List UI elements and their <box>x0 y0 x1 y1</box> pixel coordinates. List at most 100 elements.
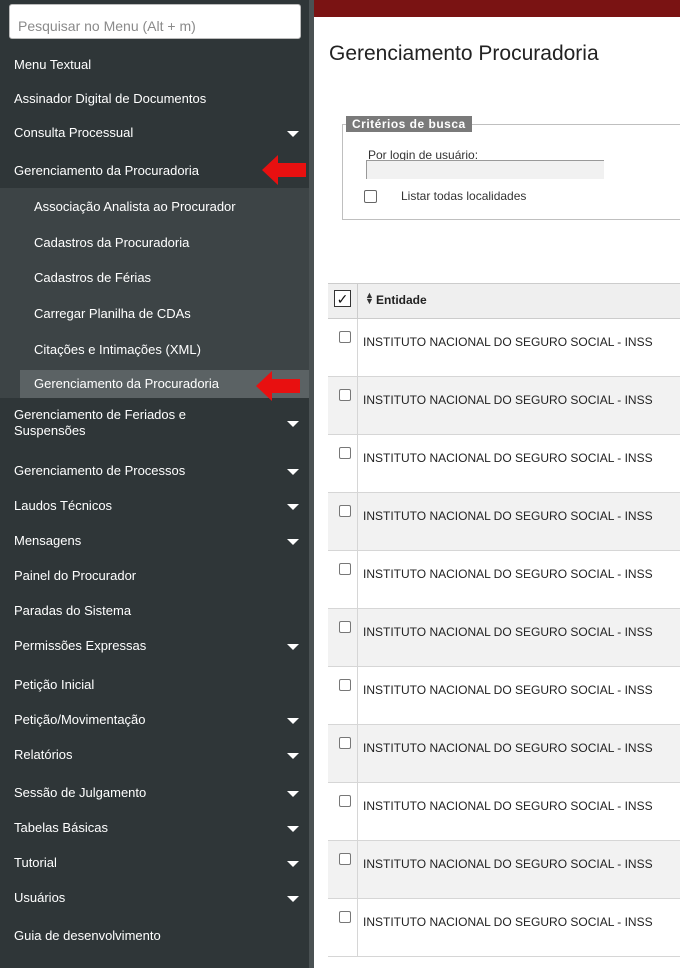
menu-item-sessao-julgamento[interactable]: Sessão de Julgamento <box>0 780 309 806</box>
sidebar-menu: Menu Textual Assinador Digital de Docume… <box>0 0 314 968</box>
table-row[interactable]: INSTITUTO NACIONAL DO SEGURO SOCIAL - IN… <box>328 841 680 899</box>
menu-item-assinador-digital[interactable]: Assinador Digital de Documentos <box>0 86 309 112</box>
table-row[interactable]: INSTITUTO NACIONAL DO SEGURO SOCIAL - IN… <box>328 493 680 551</box>
row-checkbox[interactable] <box>339 447 351 459</box>
menu-item-label: Painel do Procurador <box>14 568 137 583</box>
menu-search-input[interactable] <box>9 4 301 39</box>
menu-item-tutorial[interactable]: Tutorial <box>0 850 309 876</box>
table-row[interactable]: INSTITUTO NACIONAL DO SEGURO SOCIAL - IN… <box>328 551 680 609</box>
menu-item-menu-textual[interactable]: Menu Textual <box>0 52 309 78</box>
menu-item-mensagens[interactable]: Mensagens <box>0 528 309 554</box>
menu-item-permissoes-expressas[interactable]: Permissões Expressas <box>0 633 309 659</box>
menu-item-painel-procurador[interactable]: Painel do Procurador <box>0 563 309 589</box>
column-divider <box>357 551 358 608</box>
table-row[interactable]: INSTITUTO NACIONAL DO SEGURO SOCIAL - IN… <box>328 667 680 725</box>
entity-cell: INSTITUTO NACIONAL DO SEGURO SOCIAL - IN… <box>363 451 653 465</box>
entity-cell: INSTITUTO NACIONAL DO SEGURO SOCIAL - IN… <box>363 567 653 581</box>
row-checkbox[interactable] <box>339 563 351 575</box>
menu-item-label: Relatórios <box>14 747 73 762</box>
menu-item-label: Citações e Intimações (XML) <box>34 342 201 357</box>
row-checkbox[interactable] <box>339 737 351 749</box>
menu-item-label: Cadastros de Férias <box>34 270 152 285</box>
list-all-localities-checkbox[interactable] <box>364 190 377 203</box>
menu-item-label: Gerenciamento da Procuradoria <box>34 376 219 391</box>
menu-item-paradas-sistema[interactable]: Paradas do Sistema <box>0 598 309 624</box>
chevron-down-icon <box>287 896 299 902</box>
row-checkbox[interactable] <box>339 853 351 865</box>
menu-item-label: Petição Inicial <box>14 677 95 692</box>
column-divider <box>357 319 358 376</box>
page-title: Gerenciamento Procuradoria <box>329 42 599 65</box>
menu-item-label: Guia de desenvolvimento <box>14 928 161 943</box>
row-checkbox[interactable] <box>339 795 351 807</box>
menu-item-label: Assinador Digital de Documentos <box>14 91 207 106</box>
menu-item-label: Mensagens <box>14 533 82 548</box>
menu-item-gerenciamento-processos[interactable]: Gerenciamento de Processos <box>0 458 309 484</box>
menu-item-consulta-processual[interactable]: Consulta Processual <box>0 120 309 146</box>
select-all-checkbox[interactable]: ✓ <box>334 290 351 307</box>
submenu-item-associacao-analista[interactable]: Associação Analista ao Procurador <box>0 188 309 226</box>
menu-item-label: Sessão de Julgamento <box>14 785 147 800</box>
entity-cell: INSTITUTO NACIONAL DO SEGURO SOCIAL - IN… <box>363 625 653 639</box>
row-checkbox[interactable] <box>339 505 351 517</box>
entity-cell: INSTITUTO NACIONAL DO SEGURO SOCIAL - IN… <box>363 393 653 407</box>
search-criteria-legend: Critérios de busca <box>346 116 472 132</box>
column-header-entidade[interactable]: Entidade <box>376 293 427 307</box>
menu-item-label: Petição/Movimentação <box>14 712 146 727</box>
menu-item-label: Gerenciamento de Feriados e Suspensões <box>14 407 186 438</box>
table-row[interactable]: INSTITUTO NACIONAL DO SEGURO SOCIAL - IN… <box>328 377 680 435</box>
menu-item-label: Permissões Expressas <box>14 638 147 653</box>
login-field[interactable] <box>366 160 604 179</box>
table-row[interactable]: INSTITUTO NACIONAL DO SEGURO SOCIAL - IN… <box>328 725 680 783</box>
entity-cell: INSTITUTO NACIONAL DO SEGURO SOCIAL - IN… <box>363 799 653 813</box>
column-divider <box>357 841 358 898</box>
menu-item-feriados-suspensoes[interactable]: Gerenciamento de Feriados e Suspensões <box>0 401 309 445</box>
menu-item-label: Carregar Planilha de CDAs <box>34 306 191 321</box>
sort-icon[interactable]: ▲ ▼ <box>365 291 374 306</box>
chevron-down-icon <box>287 644 299 650</box>
chevron-down-icon <box>287 421 299 427</box>
check-icon: ✓ <box>336 290 349 307</box>
menu-item-tabelas-basicas[interactable]: Tabelas Básicas <box>0 815 309 841</box>
table-row[interactable]: INSTITUTO NACIONAL DO SEGURO SOCIAL - IN… <box>328 435 680 493</box>
row-checkbox[interactable] <box>339 621 351 633</box>
column-divider <box>357 377 358 434</box>
entity-cell: INSTITUTO NACIONAL DO SEGURO SOCIAL - IN… <box>363 509 653 523</box>
table-row[interactable]: INSTITUTO NACIONAL DO SEGURO SOCIAL - IN… <box>328 783 680 841</box>
menu-item-label: Consulta Processual <box>14 125 134 140</box>
submenu-item-carregar-planilha[interactable]: Carregar Planilha de CDAs <box>0 296 309 332</box>
menu-item-laudos-tecnicos[interactable]: Laudos Técnicos <box>0 493 309 519</box>
menu-item-peticao-movimentacao[interactable]: Petição/Movimentação <box>0 707 309 733</box>
submenu-item-cadastros-procuradoria[interactable]: Cadastros da Procuradoria <box>0 226 309 260</box>
table-row[interactable]: INSTITUTO NACIONAL DO SEGURO SOCIAL - IN… <box>328 899 680 957</box>
menu-item-usuarios[interactable]: Usuários <box>0 885 309 911</box>
submenu-item-citacoes-intimacoes[interactable]: Citações e Intimações (XML) <box>0 332 309 368</box>
column-divider <box>357 609 358 666</box>
list-all-localities-label: Listar todas localidades <box>401 189 527 203</box>
column-divider <box>357 899 358 956</box>
table-row[interactable]: INSTITUTO NACIONAL DO SEGURO SOCIAL - IN… <box>328 319 680 377</box>
column-divider <box>357 493 358 550</box>
menu-item-label: Menu Textual <box>14 57 92 72</box>
row-checkbox[interactable] <box>339 911 351 923</box>
menu-item-relatorios[interactable]: Relatórios <box>0 742 309 768</box>
menu-item-peticao-inicial[interactable]: Petição Inicial <box>0 672 309 698</box>
chevron-down-icon <box>287 539 299 545</box>
submenu-item-cadastros-ferias[interactable]: Cadastros de Férias <box>0 260 309 296</box>
row-checkbox[interactable] <box>339 679 351 691</box>
menu-item-label: Usuários <box>14 890 66 905</box>
chevron-down-icon <box>287 504 299 510</box>
menu-item-label: Paradas do Sistema <box>14 603 132 618</box>
row-checkbox[interactable] <box>339 331 351 343</box>
entity-cell: INSTITUTO NACIONAL DO SEGURO SOCIAL - IN… <box>363 915 653 929</box>
menu-item-guia-desenvolvimento[interactable]: Guia de desenvolvimento <box>0 923 309 949</box>
entity-cell: INSTITUTO NACIONAL DO SEGURO SOCIAL - IN… <box>363 857 653 871</box>
menu-item-label: Gerenciamento de Processos <box>14 463 186 478</box>
column-divider <box>357 283 358 319</box>
column-divider <box>357 435 358 492</box>
table-row[interactable]: INSTITUTO NACIONAL DO SEGURO SOCIAL - IN… <box>328 609 680 667</box>
row-checkbox[interactable] <box>339 389 351 401</box>
sidebar-scrollbar[interactable] <box>309 0 314 968</box>
column-divider <box>357 725 358 782</box>
entity-cell: INSTITUTO NACIONAL DO SEGURO SOCIAL - IN… <box>363 683 653 697</box>
